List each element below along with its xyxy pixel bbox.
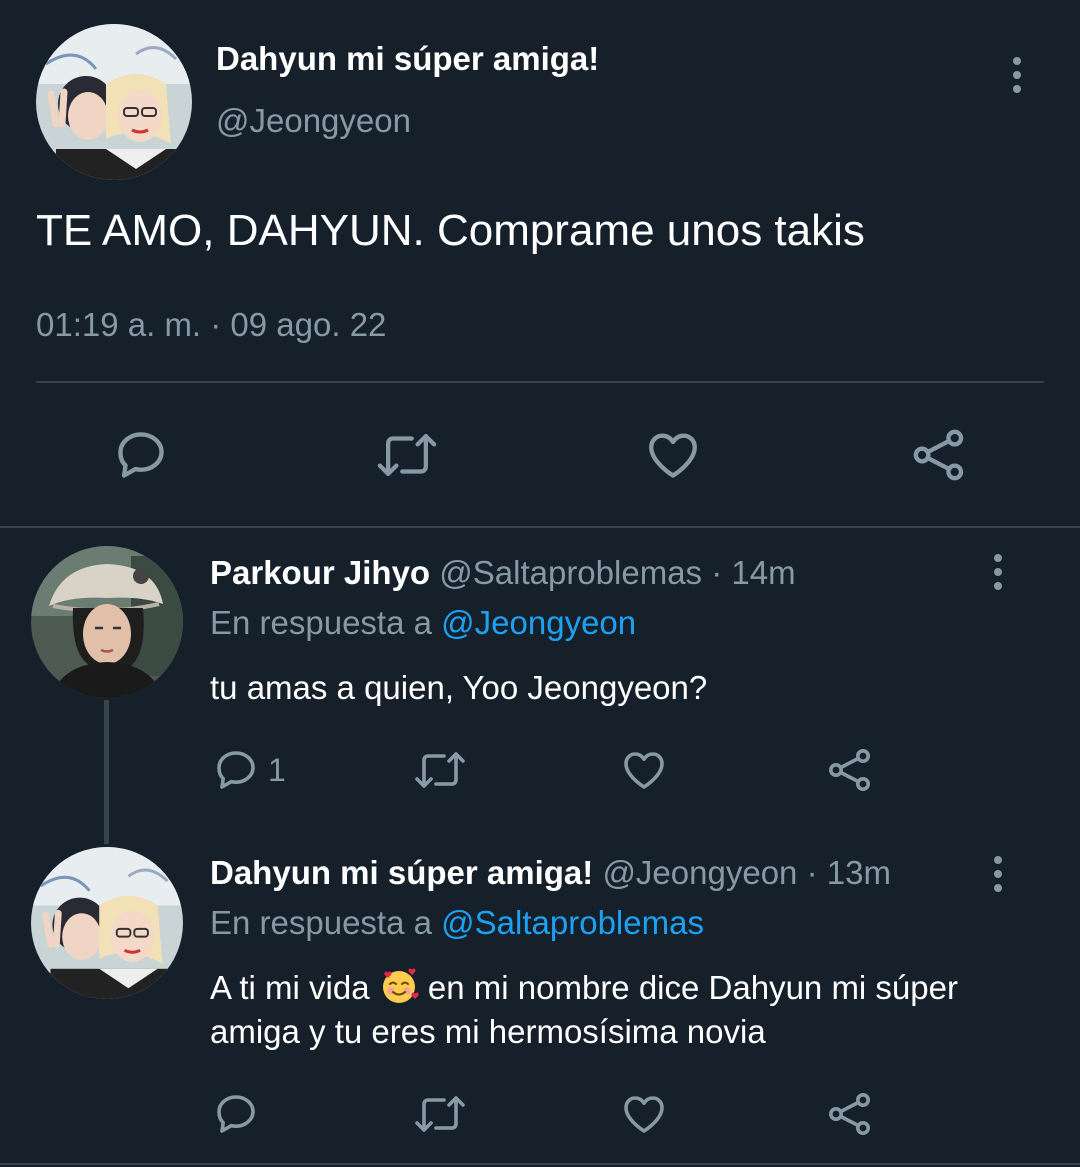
like-button[interactable] [620,746,668,794]
retweet-icon [377,434,437,476]
like-button[interactable] [620,1090,668,1138]
reply-icon [217,1095,255,1133]
reply-display-name[interactable]: Parkour Jihyo [210,554,430,591]
replying-to-mention[interactable]: @Jeongyeon [441,604,636,641]
replying-to-mention[interactable]: @Saltaproblemas [441,904,704,941]
reply-header: Dahyun mi súper amiga! @Jeongyeon · 13m [210,854,891,892]
avatar-photo [31,546,183,698]
retweet-icon [415,752,465,788]
share-button[interactable] [826,1090,874,1138]
reply-display-name[interactable]: Dahyun mi súper amiga! [210,854,593,891]
retweet-button[interactable] [374,426,440,484]
share-button[interactable] [826,746,874,794]
like-icon [624,752,664,789]
reply-handle[interactable]: @Jeongyeon [602,854,797,891]
avatar-photo [36,24,192,180]
reply-text: tu amas a quien, Yoo Jeongyeon? [210,669,708,706]
like-icon [649,433,697,478]
reply-handle[interactable]: @Saltaproblemas [439,554,702,591]
main-tweet-display-name[interactable]: Dahyun mi súper amiga! [216,40,599,78]
reply-avatar[interactable] [31,546,183,698]
reply-more-icon[interactable] [983,852,1013,896]
main-tweet-text: TE AMO, DAHYUN. Comprame unos takis [36,206,865,255]
reply-time[interactable]: 14m [731,554,795,591]
separator-dot: · [711,554,723,591]
reply-count: 1 [268,751,286,788]
smiling-face-with-hearts-icon [382,968,419,1003]
reply-time[interactable]: 13m [827,854,891,891]
avatar-photo [31,847,183,999]
reply-text: A ti mi vida en mi nombre dice Dahyun mi… [210,966,990,1054]
main-tweet-avatar[interactable] [36,24,192,180]
main-tweet-more-icon[interactable] [1002,53,1032,97]
retweet-button[interactable] [412,746,468,794]
reply-header: Parkour Jihyo @Saltaproblemas · 14m [210,554,796,592]
separator-dot: · [806,854,818,891]
thread-connector-line [104,700,109,844]
reply-icon [217,751,255,789]
like-button[interactable] [644,426,702,484]
share-icon [913,429,964,481]
share-icon [829,1093,870,1135]
retweet-button[interactable] [412,1090,468,1138]
reply-button[interactable] [112,426,170,484]
divider [36,381,1044,383]
main-tweet-handle[interactable]: @Jeongyeon [216,102,411,140]
replying-to: En respuesta a @Saltaproblemas [210,904,704,942]
replying-to: En respuesta a @Jeongyeon [210,604,636,642]
main-tweet-timestamp[interactable]: 01:19 a. m. · 09 ago. 22 [36,306,386,344]
replying-to-prefix: En respuesta a [210,604,432,641]
reply-avatar[interactable] [31,847,183,999]
share-button[interactable] [910,426,968,484]
retweet-icon [415,1096,465,1132]
reply-text-start: A ti mi vida [210,969,370,1006]
reply-button[interactable] [212,1090,260,1138]
reply-more-icon[interactable] [983,550,1013,594]
reply-icon [118,432,164,478]
replying-to-prefix: En respuesta a [210,904,432,941]
divider [0,1163,1080,1165]
like-icon [624,1096,664,1133]
divider [0,526,1080,528]
share-icon [829,749,870,791]
reply-button[interactable]: 1 [212,746,286,794]
